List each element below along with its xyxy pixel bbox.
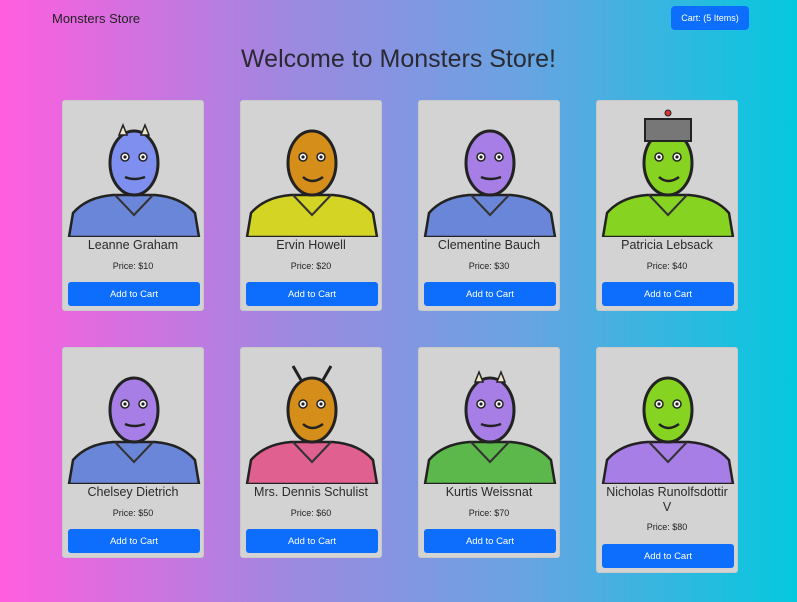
product-price: Price: $50 — [112, 508, 154, 518]
product-name: Patricia Lebsack — [621, 238, 713, 252]
product-price: Price: $20 — [290, 261, 332, 271]
monster-avatar-image — [245, 105, 379, 237]
product-name: Ervin Howell — [276, 238, 346, 252]
product-card: Chelsey Dietrich Price: $50 Add to Cart — [62, 347, 204, 558]
page-title: Welcome to Monsters Store! — [241, 45, 556, 73]
add-to-cart-button[interactable]: Add to Cart — [602, 544, 734, 568]
product-name: Kurtis Weissnat — [445, 485, 533, 499]
product-card: Mrs. Dennis Schulist Price: $60 Add to C… — [240, 347, 382, 558]
product-name: Nicholas Runolfsdottir V — [606, 485, 728, 514]
product-card: Leanne Graham Price: $10 Add to Cart — [62, 100, 204, 311]
add-to-cart-button[interactable]: Add to Cart — [424, 282, 556, 306]
product-name: Mrs. Dennis Schulist — [254, 485, 368, 499]
monster-avatar-image — [423, 352, 557, 484]
product-name: Clementine Bauch — [437, 238, 541, 252]
product-price: Price: $30 — [468, 261, 510, 271]
add-to-cart-button[interactable]: Add to Cart — [246, 529, 378, 553]
add-to-cart-button[interactable]: Add to Cart — [246, 282, 378, 306]
product-card: Nicholas Runolfsdottir V Price: $80 Add … — [596, 347, 738, 573]
brand-link[interactable]: Monsters Store — [52, 11, 140, 26]
product-price: Price: $70 — [468, 508, 510, 518]
monster-avatar-image — [67, 352, 201, 484]
product-price: Price: $60 — [290, 508, 332, 518]
product-price: Price: $80 — [646, 522, 688, 532]
product-price: Price: $10 — [112, 261, 154, 271]
monster-avatar-image — [601, 105, 735, 237]
add-to-cart-button[interactable]: Add to Cart — [68, 529, 200, 553]
product-card: Kurtis Weissnat Price: $70 Add to Cart — [418, 347, 560, 558]
product-card: Clementine Bauch Price: $30 Add to Cart — [418, 100, 560, 311]
monster-avatar-image — [245, 352, 379, 484]
product-price: Price: $40 — [646, 261, 688, 271]
monster-avatar-image — [67, 105, 201, 237]
monster-avatar-image — [601, 352, 735, 484]
monster-avatar-image — [423, 105, 557, 237]
product-card: Patricia Lebsack Price: $40 Add to Cart — [596, 100, 738, 311]
add-to-cart-button[interactable]: Add to Cart — [602, 282, 734, 306]
product-name: Leanne Graham — [87, 238, 179, 252]
cart-button[interactable]: Cart: (5 Items) — [671, 6, 749, 30]
product-name: Chelsey Dietrich — [87, 485, 179, 499]
navbar: Monsters Store Cart: (5 Items) — [0, 0, 797, 36]
product-card: Ervin Howell Price: $20 Add to Cart — [240, 100, 382, 311]
add-to-cart-button[interactable]: Add to Cart — [68, 282, 200, 306]
add-to-cart-button[interactable]: Add to Cart — [424, 529, 556, 553]
